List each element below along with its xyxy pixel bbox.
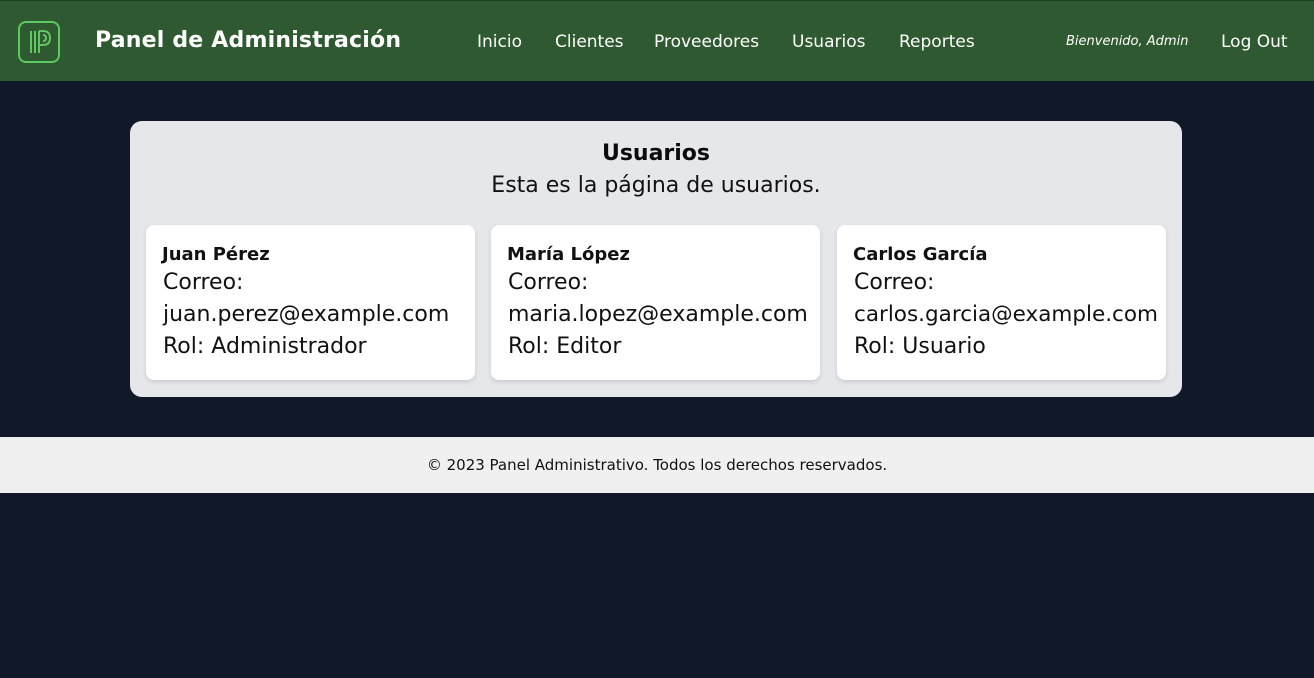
app-title: Panel de Administración: [95, 28, 402, 53]
panel-logo-icon[interactable]: [18, 21, 60, 63]
user-role: Rol: Usuario: [854, 334, 986, 359]
user-email: maria.lopez@example.com: [508, 302, 808, 327]
page-subtitle: Esta es la página de usuarios.: [491, 173, 821, 198]
user-email-label: Correo:: [508, 270, 589, 295]
users-panel: Usuarios Esta es la página de usuarios. …: [130, 121, 1182, 397]
user-name: Carlos García: [853, 244, 988, 265]
user-role: Rol: Administrador: [163, 334, 367, 359]
user-email: juan.perez@example.com: [163, 302, 450, 327]
nav-link-reportes[interactable]: Reportes: [899, 32, 975, 52]
user-name: María López: [507, 244, 630, 265]
user-email-label: Correo:: [854, 270, 935, 295]
top-navbar: Panel de Administración Inicio Clientes …: [0, 0, 1314, 81]
copyright-text: © 2023 Panel Administrativo. Todos los d…: [426, 456, 888, 474]
user-card: María López Correo: maria.lopez@example.…: [491, 225, 820, 380]
nav-link-usuarios[interactable]: Usuarios: [792, 32, 865, 52]
user-email-label: Correo:: [163, 270, 244, 295]
user-role: Rol: Editor: [508, 334, 622, 359]
user-name: Juan Pérez: [162, 244, 270, 265]
welcome-message: Bienvenido, Admin: [1066, 34, 1189, 49]
user-card: Juan Pérez Correo: juan.perez@example.co…: [146, 225, 475, 380]
logout-button[interactable]: Log Out: [1221, 32, 1288, 52]
nav-link-proveedores[interactable]: Proveedores: [654, 32, 759, 52]
page-title: Usuarios: [601, 141, 711, 166]
nav-link-inicio[interactable]: Inicio: [477, 32, 522, 52]
page-footer: © 2023 Panel Administrativo. Todos los d…: [0, 437, 1314, 493]
nav-link-clientes[interactable]: Clientes: [555, 32, 624, 52]
user-card: Carlos García Correo: carlos.garcia@exam…: [837, 225, 1166, 380]
user-email: carlos.garcia@example.com: [854, 302, 1158, 327]
